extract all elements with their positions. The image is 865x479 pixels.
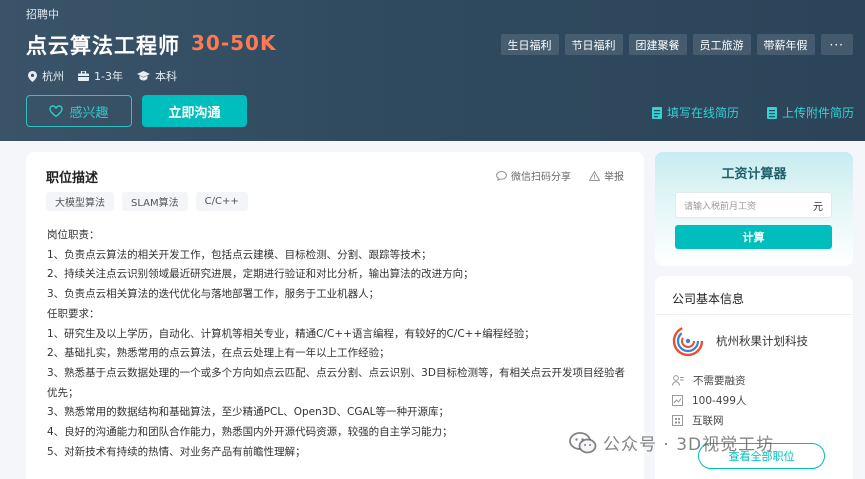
description-line: 3、熟悉基于点云数据处理的一个或多个方向如点云匹配、点云分割、点云识别、3D目标… xyxy=(47,366,625,399)
wechat-share-label: 微信扫码分享 xyxy=(511,172,571,183)
description-line: 岗位职责： xyxy=(47,229,100,241)
job-status: 招聘中 xyxy=(26,8,59,21)
document-upload-icon xyxy=(766,106,777,119)
report-label: 举报 xyxy=(604,172,624,183)
watermark-text: 公众号 · 3D视觉工坊 xyxy=(603,435,775,455)
description-line: 3、负责点云相关算法的迭代优化与落地部署工作，服务于工业机器人； xyxy=(47,288,380,301)
chat-now-button[interactable]: 立即沟通 xyxy=(142,95,247,127)
calculate-button[interactable]: 计算 xyxy=(675,225,832,249)
job-meta: 杭州 1-3年 本科 xyxy=(28,68,177,84)
benefit-tag: 团建聚餐 xyxy=(628,34,687,55)
salary-input[interactable]: 请输入税前月工资 元 xyxy=(675,192,832,218)
company-name[interactable]: 杭州秋果计划科技 xyxy=(716,333,808,349)
location-item: 杭州 xyxy=(28,68,64,84)
building-icon xyxy=(672,415,683,426)
divider xyxy=(655,314,853,315)
skill-tags: 大模型算法 SLAM算法 C/C++ xyxy=(46,192,248,211)
online-resume-label: 填写在线简历 xyxy=(666,106,739,120)
interest-button-label: 感兴趣 xyxy=(69,105,109,121)
description-line: 3、熟悉常用的数据结构和基础算法，至少精通PCL、Open3D、CGAL等一种开… xyxy=(47,406,450,419)
degree-item: 本科 xyxy=(136,68,177,84)
job-description-card: 职位描述 微信扫码分享 举报 大模型算法 SLAM算法 C/C++ 岗位职责： … xyxy=(26,152,644,479)
salary-calculator: 工资计算器 请输入税前月工资 元 计算 xyxy=(655,152,853,266)
description-body: 岗位职责： 1、负责点云算法的相关开发工作，包括点云建模、目标检测、分割、跟踪等… xyxy=(47,226,627,462)
chart-icon xyxy=(672,395,683,406)
description-line: 2、基础扎实，熟悉常用的点云算法，在点云处理上有一年以上工作经验； xyxy=(47,347,390,360)
description-line: 任职要求： xyxy=(47,307,100,320)
description-title: 职位描述 xyxy=(46,171,99,186)
job-header: 招聘中 点云算法工程师 30-50K 杭州 1-3年 本科 生日福利 节日福利 … xyxy=(0,0,865,141)
description-actions: 微信扫码分享 举报 xyxy=(496,168,624,183)
company-financing-text: 不需要融资 xyxy=(693,375,746,387)
description-line: 1、研究生及以上学历，自动化、计算机等相关专业，精通C/C++语言编程，有较好的… xyxy=(47,327,535,340)
job-title: 点云算法工程师 xyxy=(26,34,180,58)
salary-input-placeholder: 请输入税前月工资 xyxy=(684,201,757,212)
report-button[interactable]: 举报 xyxy=(589,168,624,183)
calculator-title: 工资计算器 xyxy=(721,167,787,182)
benefits-more-button[interactable]: ··· xyxy=(820,34,853,55)
briefcase-icon xyxy=(78,71,89,81)
location-pin-icon xyxy=(28,70,37,82)
description-line: 5、对新技术有持续的热情、对业务产品有前瞻性理解； xyxy=(47,445,306,458)
job-experience: 1-3年 xyxy=(94,70,123,83)
financing-icon xyxy=(672,375,684,386)
company-size: 100-499人 xyxy=(672,393,746,408)
upload-resume-label: 上传附件简历 xyxy=(781,106,854,120)
upload-resume-link[interactable]: 上传附件简历 xyxy=(766,104,854,121)
skill-tag: 大模型算法 xyxy=(46,192,114,211)
description-line: 2、持续关注点云识别领域最近研究进展，定期进行验证和对比分析，输出算法的改进方向… xyxy=(47,268,474,281)
watermark: 公众号 · 3D视觉工坊 xyxy=(569,430,774,455)
job-salary: 30-50K xyxy=(191,31,277,55)
chat-bubble-icon xyxy=(496,170,507,181)
benefit-tag: 生日福利 xyxy=(500,34,559,55)
company-industry-text: 互联网 xyxy=(692,415,724,427)
experience-item: 1-3年 xyxy=(78,68,123,84)
company-logo[interactable] xyxy=(672,325,704,357)
document-edit-icon xyxy=(651,106,662,119)
benefit-tag: 带薪年假 xyxy=(756,34,815,55)
benefits-list: 生日福利 节日福利 团建聚餐 员工旅游 带薪年假 ··· xyxy=(500,34,853,55)
description-line: 1、负责点云算法的相关开发工作，包括点云建模、目标检测、分割、跟踪等技术； xyxy=(47,248,432,261)
job-degree: 本科 xyxy=(154,70,177,83)
online-resume-link[interactable]: 填写在线简历 xyxy=(651,104,739,121)
graduation-cap-icon xyxy=(136,71,150,81)
job-location: 杭州 xyxy=(42,70,64,83)
company-section-title: 公司基本信息 xyxy=(672,292,745,306)
company-financing: 不需要融资 xyxy=(672,373,746,388)
company-industry: 互联网 xyxy=(672,413,724,428)
benefit-tag: 员工旅游 xyxy=(692,34,751,55)
skill-tag: SLAM算法 xyxy=(122,192,188,211)
benefit-tag: 节日福利 xyxy=(564,34,623,55)
wechat-share-button[interactable]: 微信扫码分享 xyxy=(496,168,571,183)
description-line: 4、良好的沟通能力和团队合作能力，熟悉国内外开源代码资源，较强的自主学习能力； xyxy=(47,426,453,439)
interest-button[interactable]: 感兴趣 xyxy=(26,95,132,127)
wechat-logo-icon xyxy=(569,431,597,453)
heart-icon xyxy=(49,105,64,117)
warning-icon xyxy=(589,170,600,181)
company-size-text: 100-499人 xyxy=(692,395,747,407)
salary-unit: 元 xyxy=(813,201,823,213)
skill-tag: C/C++ xyxy=(195,192,248,211)
resume-links: 填写在线简历 上传附件简历 xyxy=(651,104,854,121)
